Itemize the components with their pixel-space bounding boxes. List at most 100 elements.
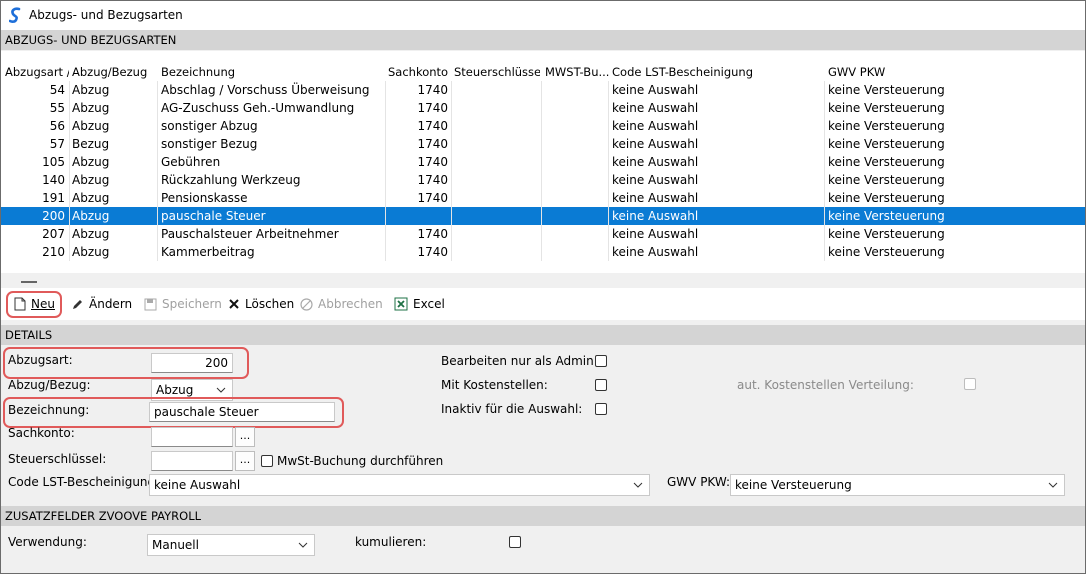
column-header-gwv-pkw[interactable]: GWV PKW [828, 65, 1028, 79]
kostenstellen-checkbox[interactable] [595, 379, 607, 391]
table-cell-gwv: keine Versteuerung [828, 191, 945, 205]
column-divider [385, 81, 386, 261]
table-cell-typ: Abzug [72, 155, 110, 169]
table-cell-code: keine Auswahl [612, 155, 699, 169]
column-header-abzug-bezug[interactable]: Abzug/Bezug [72, 65, 157, 79]
table-cell-gwv: keine Versteuerung [828, 155, 945, 169]
close-icon [229, 299, 239, 309]
table-cell-gwv: keine Versteuerung [828, 83, 945, 97]
table-row[interactable]: 191 Abzug Pensionskasse 1740 keine Auswahl ke… [1, 189, 1085, 207]
column-header-abzugsart[interactable]: Abzugsart / [5, 65, 69, 79]
kostenstellen-label: Mit Kostenstellen: [441, 378, 548, 392]
column-divider [608, 81, 609, 261]
table-cell-nr: 191 [42, 191, 65, 205]
table-row[interactable]: 55 Abzug AG-Zuschuss Geh.-Umwandlung 1740 ke… [1, 99, 1085, 117]
table-cell-gwv: keine Versteuerung [828, 227, 945, 241]
admin-label: Bearbeiten nur als Admin.: [441, 354, 602, 368]
table-cell-gwv: keine Versteuerung [828, 101, 945, 115]
table-row[interactable]: 200 Abzug pauschale Steuer keine Auswahl kei… [1, 207, 1085, 225]
table-row[interactable]: 210 Abzug Kammerbeitrag 1740 keine Auswahl ke… [1, 243, 1085, 261]
verwendung-select[interactable]: Manuell [147, 534, 315, 556]
table-cell-nr: 200 [42, 209, 65, 223]
code-lst-value: keine Auswahl [154, 478, 241, 492]
table-cell-gwv: keine Versteuerung [828, 209, 945, 223]
table-cell-bez: Rückzahlung Werkzeug [161, 173, 301, 187]
column-divider [824, 81, 825, 261]
edit-button-label: Ändern [89, 297, 133, 311]
column-header-sachkonto[interactable]: Sachkonto [388, 65, 450, 79]
sachkonto-lookup-button[interactable]: ... [235, 427, 255, 447]
sachkonto-input[interactable] [151, 427, 233, 447]
zusatz-section-header: ZUSATZFELDER ZVOOVE PAYROLL [1, 506, 1085, 526]
table-row[interactable]: 207 Abzug Pauschalsteuer Arbeitnehmer 1740 k… [1, 225, 1085, 243]
table-cell-konto: 1740 [417, 101, 448, 115]
table-cell-typ: Abzug [72, 227, 110, 241]
abzugsart-input[interactable]: 200 [151, 353, 233, 373]
table-cell-bez: sonstiger Bezug [161, 137, 258, 151]
steuerschluessel-lookup-button[interactable]: ... [235, 451, 255, 471]
column-header-steuerschluessel[interactable]: Steuerschlüssel [454, 65, 540, 79]
table-cell-typ: Abzug [72, 173, 110, 187]
table-cell-nr: 140 [42, 173, 65, 187]
cancel-button[interactable]: Abbrechen [300, 288, 383, 320]
code-lst-label: Code LST-Bescheinigung: [8, 475, 160, 489]
gwv-pkw-select[interactable]: keine Versteuerung [730, 474, 1065, 496]
kumulieren-checkbox[interactable] [509, 536, 521, 548]
table-cell-code: keine Auswahl [612, 245, 699, 259]
verwendung-label: Verwendung: [8, 535, 87, 549]
table-cell-bez: Gebühren [161, 155, 221, 169]
table-cell-typ: Abzug [72, 83, 110, 97]
column-divider [157, 81, 158, 261]
kst-verteilung-label: aut. Kostenstellen Verteilung: [737, 378, 914, 392]
excel-button[interactable]: Excel [394, 288, 445, 320]
column-divider [451, 81, 452, 261]
table-cell-code: keine Auswahl [612, 227, 699, 241]
save-button[interactable]: Speichern [144, 288, 222, 320]
inaktiv-checkbox[interactable] [595, 403, 607, 415]
grid-section-header: ABZUGS- UND BEZUGSARTEN [1, 30, 1085, 50]
table-row[interactable]: 140 Abzug Rückzahlung Werkzeug 1740 keine Au… [1, 171, 1085, 189]
admin-checkbox[interactable] [595, 355, 607, 367]
column-header-bezeichnung[interactable]: Bezeichnung [161, 65, 381, 79]
pencil-icon [73, 299, 82, 309]
column-header-code-lst[interactable]: Code LST-Bescheinigung [612, 65, 822, 79]
bezeichnung-input[interactable]: pauschale Steuer [149, 402, 335, 422]
delete-button[interactable]: Löschen [228, 288, 294, 320]
mwst-checkbox[interactable] [261, 455, 273, 467]
kst-verteilung-checkbox[interactable] [964, 378, 976, 390]
table-cell-nr: 207 [42, 227, 65, 241]
column-divider [541, 81, 542, 261]
table-cell-nr: 56 [49, 119, 65, 133]
code-lst-select[interactable]: keine Auswahl [149, 474, 650, 496]
mwst-label: MwSt-Buchung durchführen [277, 454, 444, 468]
kumulieren-label: kumulieren: [355, 535, 427, 549]
table-cell-konto: 1740 [417, 83, 448, 97]
new-button[interactable]: Neu [14, 288, 55, 320]
table-cell-nr: 55 [49, 101, 65, 115]
gwv-pkw-label: GWV PKW: [667, 475, 731, 489]
table-row[interactable]: 57 Bezug sonstiger Bezug 1740 keine Auswahl k… [1, 135, 1085, 153]
data-grid[interactable]: Abzugsart / Abzug/Bezug Bezeichnung Sach… [1, 51, 1085, 273]
column-divider [69, 81, 70, 261]
table-cell-typ: Abzug [72, 101, 110, 115]
verwendung-value: Manuell [152, 538, 199, 552]
edit-button[interactable]: Ändern [71, 288, 132, 320]
bezeichnung-label: Bezeichnung: [8, 403, 90, 417]
steuerschluessel-label: Steuerschlüssel: [8, 452, 107, 466]
table-cell-code: keine Auswahl [612, 119, 699, 133]
chevron-down-icon [298, 542, 308, 548]
table-cell-nr: 210 [42, 245, 65, 259]
table-cell-gwv: keine Versteuerung [828, 173, 945, 187]
column-header-mwst[interactable]: MWST-Bu... [545, 65, 609, 79]
table-row[interactable]: 105 Abzug Gebühren 1740 keine Auswahl keine V… [1, 153, 1085, 171]
table-cell-bez: Abschlag / Vorschuss Überweisung [161, 83, 370, 97]
table-cell-code: keine Auswahl [612, 209, 699, 223]
abzugsart-label: Abzugsart: [8, 353, 73, 367]
table-row[interactable]: 54 Abzug Abschlag / Vorschuss Überweisung 1… [1, 81, 1085, 99]
steuerschluessel-input[interactable] [151, 451, 233, 471]
table-row[interactable]: 56 Abzug sonstiger Abzug 1740 keine Auswahl k… [1, 117, 1085, 135]
table-cell-konto: 1740 [417, 137, 448, 151]
splitter-handle[interactable] [21, 281, 37, 283]
table-cell-code: keine Auswahl [612, 137, 699, 151]
toolbar: Neu Ändern Speichern Löschen Abbrechen E… [1, 288, 1085, 320]
